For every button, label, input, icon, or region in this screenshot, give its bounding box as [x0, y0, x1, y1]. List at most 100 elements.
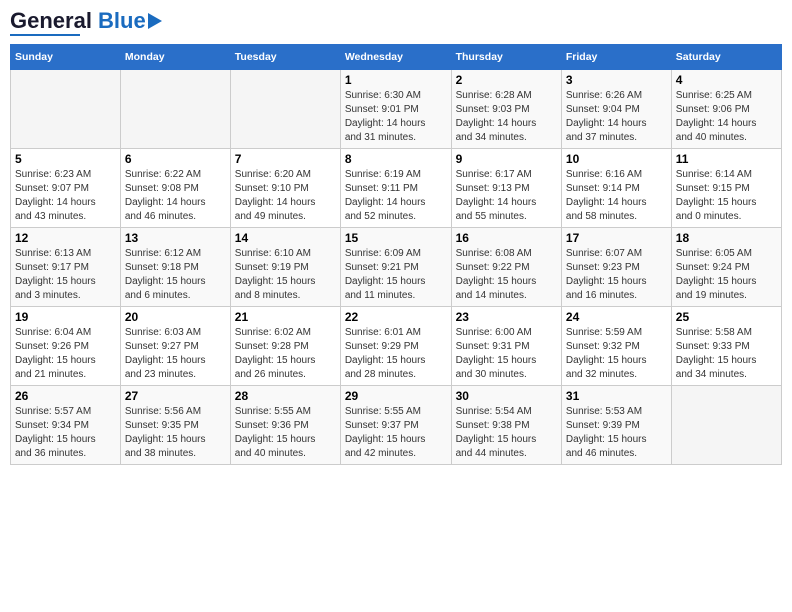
day-number: 6 [125, 152, 226, 166]
logo-blue: Blue [98, 8, 146, 33]
logo-underline [10, 34, 80, 36]
calendar-header: SundayMondayTuesdayWednesdayThursdayFrid… [11, 45, 782, 70]
day-number: 8 [345, 152, 447, 166]
day-info: Sunrise: 6:01 AM Sunset: 9:29 PM Dayligh… [345, 326, 447, 382]
calendar-cell: 20 Sunrise: 6:03 AM Sunset: 9:27 PM Dayli… [120, 307, 230, 386]
weekday-sunday: Sunday [11, 45, 121, 70]
calendar-cell: 22 Sunrise: 6:01 AM Sunset: 9:29 PM Dayli… [340, 307, 451, 386]
day-number: 1 [345, 73, 447, 87]
day-number: 2 [456, 73, 557, 87]
day-info: Sunrise: 5:53 AM Sunset: 9:39 PM Dayligh… [566, 405, 667, 461]
day-info: Sunrise: 6:12 AM Sunset: 9:18 PM Dayligh… [125, 247, 226, 303]
calendar-cell: 4 Sunrise: 6:25 AM Sunset: 9:06 PM Daylig… [671, 70, 781, 149]
logo: General Blue [10, 10, 168, 36]
day-number: 11 [676, 152, 777, 166]
day-number: 13 [125, 231, 226, 245]
calendar-cell [120, 70, 230, 149]
calendar-cell: 15 Sunrise: 6:09 AM Sunset: 9:21 PM Dayli… [340, 228, 451, 307]
calendar-cell: 26Sunrise: 5:57 AM Sunset: 9:34 PM Dayli… [11, 386, 121, 465]
day-info: Sunrise: 6:22 AM Sunset: 9:08 PM Dayligh… [125, 168, 226, 224]
calendar-cell: 31Sunrise: 5:53 AM Sunset: 9:39 PM Dayli… [561, 386, 671, 465]
calendar-cell: 30 Sunrise: 5:54 AM Sunset: 9:38 PM Dayli… [451, 386, 561, 465]
day-info: Sunrise: 6:07 AM Sunset: 9:23 PM Dayligh… [566, 247, 667, 303]
day-info: Sunrise: 6:03 AM Sunset: 9:27 PM Dayligh… [125, 326, 226, 382]
day-number: 15 [345, 231, 447, 245]
day-info: Sunrise: 6:26 AM Sunset: 9:04 PM Dayligh… [566, 89, 667, 145]
calendar-week-row: 5 Sunrise: 6:23 AM Sunset: 9:07 PM Daylig… [11, 149, 782, 228]
logo-text: General Blue [10, 10, 146, 32]
day-number: 17 [566, 231, 667, 245]
calendar-cell [671, 386, 781, 465]
day-number: 24 [566, 310, 667, 324]
day-info: Sunrise: 6:25 AM Sunset: 9:06 PM Dayligh… [676, 89, 777, 145]
day-number: 29 [345, 389, 447, 403]
day-info: Sunrise: 6:16 AM Sunset: 9:14 PM Dayligh… [566, 168, 667, 224]
calendar-cell: 25 Sunrise: 5:58 AM Sunset: 9:33 PM Dayli… [671, 307, 781, 386]
calendar-body: 1 Sunrise: 6:30 AM Sunset: 9:01 PM Daylig… [11, 70, 782, 465]
day-number: 3 [566, 73, 667, 87]
calendar-table: SundayMondayTuesdayWednesdayThursdayFrid… [10, 44, 782, 465]
day-info: Sunrise: 6:08 AM Sunset: 9:22 PM Dayligh… [456, 247, 557, 303]
day-info: Sunrise: 6:05 AM Sunset: 9:24 PM Dayligh… [676, 247, 777, 303]
day-info: Sunrise: 6:14 AM Sunset: 9:15 PM Dayligh… [676, 168, 777, 224]
day-number: 30 [456, 389, 557, 403]
weekday-saturday: Saturday [671, 45, 781, 70]
weekday-header-row: SundayMondayTuesdayWednesdayThursdayFrid… [11, 45, 782, 70]
weekday-thursday: Thursday [451, 45, 561, 70]
day-number: 12 [15, 231, 116, 245]
day-number: 10 [566, 152, 667, 166]
calendar-cell: 11 Sunrise: 6:14 AM Sunset: 9:15 PM Dayli… [671, 149, 781, 228]
day-number: 20 [125, 310, 226, 324]
calendar-cell: 6 Sunrise: 6:22 AM Sunset: 9:08 PM Daylig… [120, 149, 230, 228]
calendar-cell: 28Sunrise: 5:55 AM Sunset: 9:36 PM Dayli… [230, 386, 340, 465]
calendar-week-row: 26Sunrise: 5:57 AM Sunset: 9:34 PM Dayli… [11, 386, 782, 465]
day-number: 14 [235, 231, 336, 245]
day-number: 19 [15, 310, 116, 324]
calendar-cell: 2 Sunrise: 6:28 AM Sunset: 9:03 PM Daylig… [451, 70, 561, 149]
calendar-cell: 10 Sunrise: 6:16 AM Sunset: 9:14 PM Dayli… [561, 149, 671, 228]
weekday-friday: Friday [561, 45, 671, 70]
day-info: Sunrise: 5:56 AM Sunset: 9:35 PM Dayligh… [125, 405, 226, 461]
day-number: 22 [345, 310, 447, 324]
calendar-cell: 12Sunrise: 6:13 AM Sunset: 9:17 PM Dayli… [11, 228, 121, 307]
calendar-week-row: 1 Sunrise: 6:30 AM Sunset: 9:01 PM Daylig… [11, 70, 782, 149]
calendar-cell: 24Sunrise: 5:59 AM Sunset: 9:32 PM Dayli… [561, 307, 671, 386]
day-info: Sunrise: 5:55 AM Sunset: 9:37 PM Dayligh… [345, 405, 447, 461]
day-info: Sunrise: 6:09 AM Sunset: 9:21 PM Dayligh… [345, 247, 447, 303]
weekday-monday: Monday [120, 45, 230, 70]
day-number: 7 [235, 152, 336, 166]
weekday-tuesday: Tuesday [230, 45, 340, 70]
calendar-cell: 3 Sunrise: 6:26 AM Sunset: 9:04 PM Daylig… [561, 70, 671, 149]
day-info: Sunrise: 6:00 AM Sunset: 9:31 PM Dayligh… [456, 326, 557, 382]
day-info: Sunrise: 5:58 AM Sunset: 9:33 PM Dayligh… [676, 326, 777, 382]
logo-arrow-icon [148, 13, 168, 29]
day-number: 5 [15, 152, 116, 166]
weekday-wednesday: Wednesday [340, 45, 451, 70]
calendar-cell: 21 Sunrise: 6:02 AM Sunset: 9:28 PM Dayli… [230, 307, 340, 386]
day-info: Sunrise: 6:04 AM Sunset: 9:26 PM Dayligh… [15, 326, 116, 382]
day-info: Sunrise: 6:10 AM Sunset: 9:19 PM Dayligh… [235, 247, 336, 303]
calendar-cell: 5 Sunrise: 6:23 AM Sunset: 9:07 PM Daylig… [11, 149, 121, 228]
calendar-cell: 29 Sunrise: 5:55 AM Sunset: 9:37 PM Dayli… [340, 386, 451, 465]
day-number: 4 [676, 73, 777, 87]
day-info: Sunrise: 6:20 AM Sunset: 9:10 PM Dayligh… [235, 168, 336, 224]
calendar-cell: 27Sunrise: 5:56 AM Sunset: 9:35 PM Dayli… [120, 386, 230, 465]
day-info: Sunrise: 6:28 AM Sunset: 9:03 PM Dayligh… [456, 89, 557, 145]
calendar-cell [11, 70, 121, 149]
day-info: Sunrise: 6:02 AM Sunset: 9:28 PM Dayligh… [235, 326, 336, 382]
day-number: 21 [235, 310, 336, 324]
calendar-cell: 19 Sunrise: 6:04 AM Sunset: 9:26 PM Dayli… [11, 307, 121, 386]
day-info: Sunrise: 6:23 AM Sunset: 9:07 PM Dayligh… [15, 168, 116, 224]
calendar-week-row: 19 Sunrise: 6:04 AM Sunset: 9:26 PM Dayli… [11, 307, 782, 386]
calendar-cell: 1 Sunrise: 6:30 AM Sunset: 9:01 PM Daylig… [340, 70, 451, 149]
day-number: 25 [676, 310, 777, 324]
day-info: Sunrise: 6:30 AM Sunset: 9:01 PM Dayligh… [345, 89, 447, 145]
day-info: Sunrise: 6:17 AM Sunset: 9:13 PM Dayligh… [456, 168, 557, 224]
calendar-cell: 7 Sunrise: 6:20 AM Sunset: 9:10 PM Daylig… [230, 149, 340, 228]
day-info: Sunrise: 6:19 AM Sunset: 9:11 PM Dayligh… [345, 168, 447, 224]
day-info: Sunrise: 5:54 AM Sunset: 9:38 PM Dayligh… [456, 405, 557, 461]
calendar-cell: 8 Sunrise: 6:19 AM Sunset: 9:11 PM Daylig… [340, 149, 451, 228]
calendar-cell: 14 Sunrise: 6:10 AM Sunset: 9:19 PM Dayli… [230, 228, 340, 307]
day-number: 28 [235, 389, 336, 403]
day-info: Sunrise: 5:57 AM Sunset: 9:34 PM Dayligh… [15, 405, 116, 461]
